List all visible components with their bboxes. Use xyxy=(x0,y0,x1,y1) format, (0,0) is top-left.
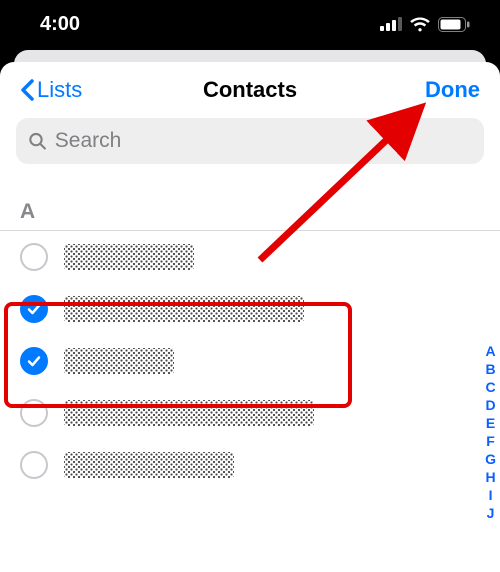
contact-name-redacted xyxy=(64,296,304,322)
battery-icon xyxy=(438,17,470,32)
section-header: A xyxy=(0,164,500,231)
cellular-icon xyxy=(380,17,402,31)
back-label: Lists xyxy=(37,77,82,103)
checkbox-unchecked[interactable] xyxy=(20,451,48,479)
contacts-sheet: Lists Contacts Done A ABCDEFGHIJ xyxy=(0,62,500,572)
index-letter[interactable]: C xyxy=(485,378,495,396)
status-bar: 4:00 xyxy=(0,0,500,48)
checkbox-checked[interactable] xyxy=(20,347,48,375)
done-button[interactable]: Done xyxy=(425,77,480,103)
search-field[interactable] xyxy=(16,118,484,164)
index-letter[interactable]: B xyxy=(485,360,495,378)
search-input[interactable] xyxy=(55,129,472,153)
contact-name-redacted xyxy=(64,452,234,478)
alphabet-index[interactable]: ABCDEFGHIJ xyxy=(485,342,496,522)
checkmark-icon xyxy=(26,301,42,317)
contact-row[interactable] xyxy=(0,387,500,439)
contact-name-redacted xyxy=(64,400,314,426)
contact-name-redacted xyxy=(64,348,174,374)
contact-row[interactable] xyxy=(0,335,500,387)
index-letter[interactable]: A xyxy=(485,342,495,360)
index-letter[interactable]: I xyxy=(489,486,493,504)
checkbox-unchecked[interactable] xyxy=(20,399,48,427)
index-letter[interactable]: D xyxy=(485,396,495,414)
checkbox-unchecked[interactable] xyxy=(20,243,48,271)
contact-row[interactable] xyxy=(0,439,500,491)
contact-row[interactable] xyxy=(0,283,500,335)
contact-row[interactable] xyxy=(0,231,500,283)
index-letter[interactable]: H xyxy=(485,468,495,486)
index-letter[interactable]: J xyxy=(487,504,495,522)
search-icon xyxy=(28,131,47,151)
contact-list xyxy=(0,231,500,491)
back-button[interactable]: Lists xyxy=(20,77,82,103)
status-time: 4:00 xyxy=(40,13,80,36)
index-letter[interactable]: F xyxy=(486,432,495,450)
index-letter[interactable]: G xyxy=(485,450,496,468)
nav-bar: Lists Contacts Done xyxy=(0,62,500,118)
checkbox-checked[interactable] xyxy=(20,295,48,323)
index-letter[interactable]: E xyxy=(486,414,495,432)
chevron-left-icon xyxy=(20,79,35,101)
contact-name-redacted xyxy=(64,244,194,270)
checkmark-icon xyxy=(26,353,42,369)
wifi-icon xyxy=(409,16,431,32)
status-indicators xyxy=(380,16,470,32)
